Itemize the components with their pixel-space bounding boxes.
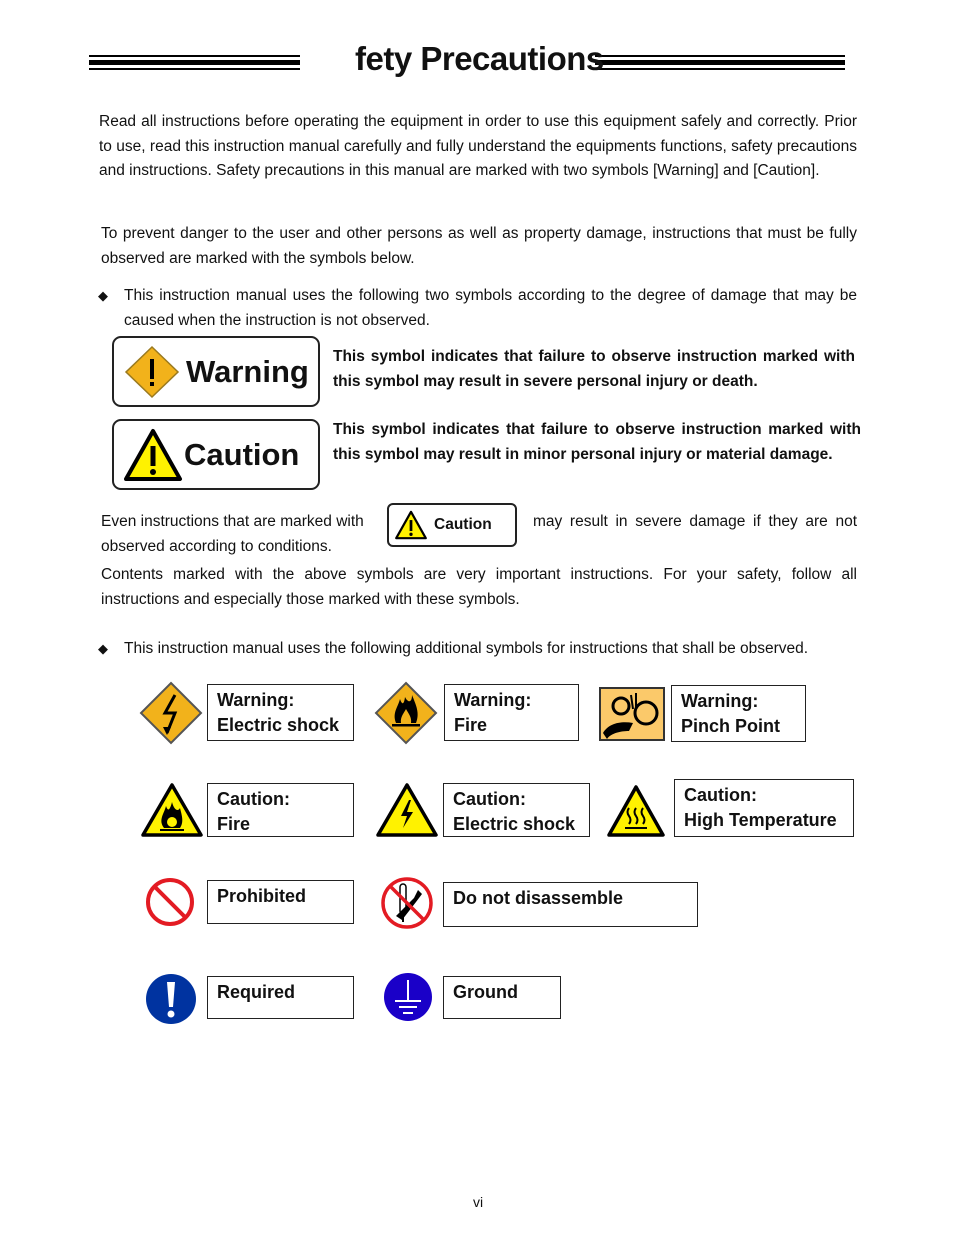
page-number: vi bbox=[473, 1194, 484, 1210]
label-line-1: Caution: bbox=[453, 789, 526, 809]
warning-diamond-icon bbox=[124, 345, 180, 398]
label-line-2: High Temperature bbox=[684, 810, 837, 830]
warning-fire-icon bbox=[374, 681, 438, 745]
bullet-text: This instruction manual uses the followi… bbox=[124, 640, 809, 657]
label-line-1: Warning: bbox=[217, 690, 295, 710]
label-prohibited: Prohibited bbox=[207, 880, 354, 924]
label-line-2: Fire bbox=[217, 814, 251, 834]
label-line-1: Warning: bbox=[681, 691, 759, 711]
label-caution-fire: Caution: Fire bbox=[207, 783, 354, 837]
page-title: fety Precautions bbox=[355, 40, 604, 77]
required-icon bbox=[146, 974, 196, 1024]
warning-description: This symbol indicates that failure to ob… bbox=[333, 348, 855, 390]
warning-signal-box: Warning bbox=[112, 336, 320, 407]
caution-triangle-icon bbox=[124, 428, 182, 481]
header-rule-left bbox=[89, 55, 300, 70]
bullet-two-symbols: ◆ This instruction manual uses the follo… bbox=[98, 284, 857, 334]
label-line-1: Prohibited bbox=[217, 886, 306, 906]
intro-paragraph-1: Read all instructions before operating t… bbox=[99, 113, 857, 179]
caution-signal-box: Caution bbox=[112, 419, 320, 490]
label-line-1: Caution: bbox=[217, 789, 290, 809]
caution-description: This symbol indicates that failure to ob… bbox=[333, 421, 861, 463]
caution-fire-icon bbox=[141, 783, 203, 837]
label-required: Required bbox=[207, 976, 354, 1019]
caution-electric-shock-icon bbox=[376, 783, 438, 837]
contents-paragraph: Contents marked with the above symbols a… bbox=[101, 566, 857, 608]
prohibited-icon bbox=[146, 878, 194, 926]
label-line-2: Pinch Point bbox=[681, 716, 780, 736]
bullet-additional-symbols: ◆ This instruction manual uses the follo… bbox=[98, 637, 868, 662]
do-not-disassemble-icon bbox=[381, 877, 433, 929]
label-warning-fire: Warning: Fire bbox=[444, 684, 579, 741]
label-line-1: Do not disassemble bbox=[453, 888, 624, 908]
label-line-2: Fire bbox=[454, 715, 488, 735]
label-ground: Ground bbox=[443, 976, 561, 1019]
even-text-after: may result in severe damage if they are … bbox=[101, 510, 857, 559]
caution-label: Caution bbox=[184, 436, 300, 472]
label-line-1: Required bbox=[217, 982, 296, 1002]
even-text-after-span: may result in severe damage if they are … bbox=[101, 513, 857, 555]
warning-label: Warning bbox=[186, 353, 309, 389]
label-warning-electric-shock: Warning: Electric shock bbox=[207, 684, 354, 741]
label-warning-pinch-point: Warning: Pinch Point bbox=[671, 685, 806, 742]
header-rule-right bbox=[595, 55, 845, 70]
intro-paragraph-2: To prevent danger to the user and other … bbox=[101, 225, 857, 267]
label-line-2: Electric shock bbox=[453, 814, 576, 834]
label-line-1: Warning: bbox=[454, 690, 532, 710]
label-do-not-disassemble: Do not disassemble bbox=[443, 882, 698, 927]
label-line-1: Caution: bbox=[684, 785, 757, 805]
diamond-bullet-icon: ◆ bbox=[98, 288, 108, 303]
warning-electric-shock-icon bbox=[139, 681, 203, 745]
label-line-2: Electric shock bbox=[217, 715, 340, 735]
label-caution-electric-shock: Caution: Electric shock bbox=[443, 783, 590, 837]
label-caution-high-temperature: Caution: High Temperature bbox=[674, 779, 854, 837]
ground-icon bbox=[384, 973, 432, 1021]
caution-high-temperature-icon bbox=[607, 785, 665, 837]
bullet-text: This instruction manual uses the followi… bbox=[124, 287, 857, 329]
label-line-1: Ground bbox=[453, 982, 518, 1002]
warning-pinch-point-icon bbox=[599, 687, 665, 741]
diamond-bullet-icon: ◆ bbox=[98, 641, 108, 656]
